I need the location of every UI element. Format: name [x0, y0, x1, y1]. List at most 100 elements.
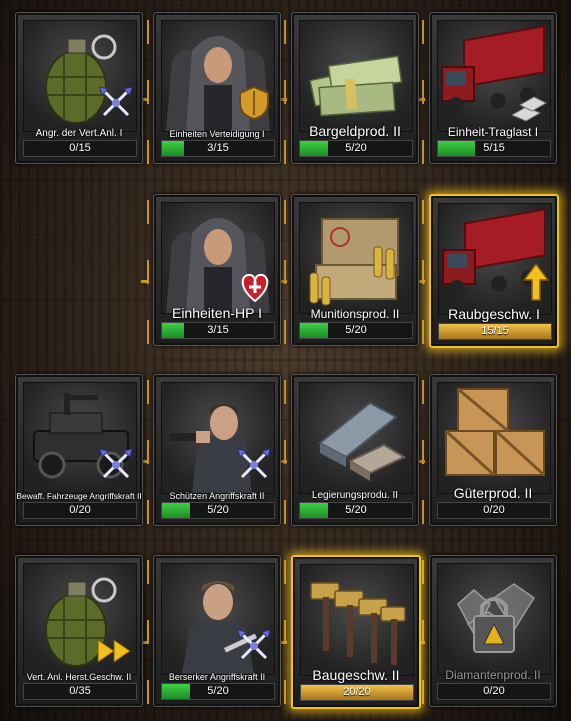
progress-text: 0/20	[483, 504, 505, 516]
wooden-crates-icon	[437, 382, 551, 494]
progress-text: 5/20	[207, 685, 229, 697]
progress-bar: 5/15	[437, 140, 551, 157]
ammo-crate-icon	[299, 202, 413, 314]
connector-line	[147, 320, 149, 344]
connector-line	[422, 500, 424, 524]
progress-bar: 0/15	[23, 140, 137, 157]
connector-line	[422, 20, 424, 44]
progress-text: 5/20	[207, 504, 229, 516]
connector-line	[422, 380, 424, 404]
crossed-swords-icon	[236, 628, 272, 669]
progress-bar: 15/15	[438, 323, 552, 340]
research-tile[interactable]: Einheiten-HP I 3/15	[153, 194, 281, 346]
connector-line	[147, 560, 149, 584]
progress-text: 5/15	[483, 142, 505, 154]
shield-icon	[238, 85, 270, 126]
silver-bars-icon	[510, 93, 548, 128]
progress-text: 20/20	[343, 686, 371, 698]
connector-line	[284, 680, 286, 704]
research-tile[interactable]: Bewaff. Fahrzeuge Angriffskraft II 0/20	[15, 374, 143, 526]
progress-text: 3/15	[207, 324, 229, 336]
research-tile[interactable]: Angr. der Vert.Anl. I 0/15	[15, 12, 143, 164]
research-tile[interactable]: Berserker Angriffskraft II 5/20	[153, 555, 281, 707]
research-tile[interactable]: Bargeldprod. II 5/20	[291, 12, 419, 164]
progress-text: 5/20	[345, 504, 367, 516]
tile-label: Einheit-Traglast I	[447, 125, 539, 139]
connector-line	[422, 320, 424, 344]
research-tile[interactable]: Schützen Angriffskraft II 5/20	[153, 374, 281, 526]
connector-dash	[141, 280, 149, 283]
progress-bar: 0/35	[23, 683, 137, 700]
progress-bar: 5/20	[161, 683, 275, 700]
connector-line	[284, 500, 286, 524]
progress-bar: 0/20	[437, 502, 551, 519]
research-tile[interactable]: Einheiten Verteidigung I 3/15	[153, 12, 281, 164]
progress-bar: 5/20	[299, 322, 413, 339]
progress-text: 5/20	[345, 324, 367, 336]
progress-bar: 20/20	[300, 684, 414, 701]
tile-label: Bargeldprod. II	[309, 123, 401, 139]
fast-forward-icon	[96, 636, 134, 671]
tile-label: Angr. der Vert.Anl. I	[35, 128, 123, 139]
research-tile[interactable]: Einheit-Traglast I 5/15	[429, 12, 557, 164]
crossed-swords-icon	[98, 447, 134, 488]
connector-line	[147, 500, 149, 524]
research-tile[interactable]: Güterprod. II 0/20	[429, 374, 557, 526]
progress-bar: 0/20	[437, 683, 551, 700]
progress-bar: 5/20	[299, 502, 413, 519]
connector-line	[284, 140, 286, 164]
progress-bar: 5/20	[161, 502, 275, 519]
progress-bar: 5/20	[299, 140, 413, 157]
tile-label: Berserker Angriffskraft II	[168, 672, 266, 682]
connector-line	[147, 380, 149, 404]
tile-label: Güterprod. II	[453, 485, 533, 501]
progress-bar: 3/15	[161, 322, 275, 339]
connector-line	[422, 140, 424, 164]
tile-label: Vert. Anl. Herst.Geschw. II	[26, 672, 132, 682]
tile-label: Munitionsprod. II	[310, 307, 400, 321]
connector-line	[147, 680, 149, 704]
crossed-swords-icon	[236, 447, 272, 488]
connector-line	[147, 140, 149, 164]
connector-line	[284, 380, 286, 404]
up-arrow-icon	[522, 262, 550, 307]
research-tile[interactable]: Baugeschw. II 20/20	[291, 555, 421, 709]
progress-text: 15/15	[481, 325, 509, 337]
research-tile[interactable]: Diamantenprod. II 0/20	[429, 555, 557, 707]
connector-line	[422, 200, 424, 224]
progress-text: 0/15	[69, 142, 91, 154]
tile-label: Bewaff. Fahrzeuge Angriffskraft II	[16, 491, 142, 501]
tile-label: Einheiten-HP I	[171, 305, 262, 321]
hammers-icon	[300, 564, 414, 676]
locked-diamonds-icon	[437, 563, 551, 675]
progress-bar: 3/15	[161, 140, 275, 157]
progress-bar: 0/20	[23, 502, 137, 519]
tile-label: Baugeschw. II	[312, 667, 400, 683]
research-tile[interactable]: Munitionsprod. II 5/20	[291, 194, 419, 346]
metal-ingots-icon	[299, 382, 413, 494]
progress-text: 0/20	[483, 685, 505, 697]
tile-label: Diamantenprod. II	[445, 668, 541, 682]
connector-line	[147, 20, 149, 44]
progress-text: 0/20	[69, 504, 91, 516]
tile-label: Einheiten Verteidigung I	[169, 129, 265, 139]
connector-line	[284, 320, 286, 344]
connector-line	[284, 200, 286, 224]
crossed-swords-icon	[98, 85, 134, 126]
tile-label: Legierungsprodu. II	[311, 490, 399, 501]
cash-stacks-icon	[299, 20, 413, 132]
progress-text: 0/35	[69, 685, 91, 697]
connector-line	[284, 560, 286, 584]
research-tile[interactable]: Legierungsprodu. II 5/20	[291, 374, 419, 526]
connector-line	[422, 560, 424, 584]
research-tile[interactable]: Vert. Anl. Herst.Geschw. II 0/35	[15, 555, 143, 707]
tile-label: Schützen Angriffskraft II	[169, 491, 265, 501]
connector-line	[284, 20, 286, 44]
heart-plus-icon	[238, 271, 272, 308]
connector-line	[147, 200, 149, 224]
progress-text: 5/20	[345, 142, 367, 154]
connector-line	[422, 680, 424, 704]
research-tile[interactable]: Raubgeschw. I 15/15	[429, 194, 559, 348]
tile-label: Raubgeschw. I	[448, 306, 540, 322]
progress-text: 3/15	[207, 142, 229, 154]
